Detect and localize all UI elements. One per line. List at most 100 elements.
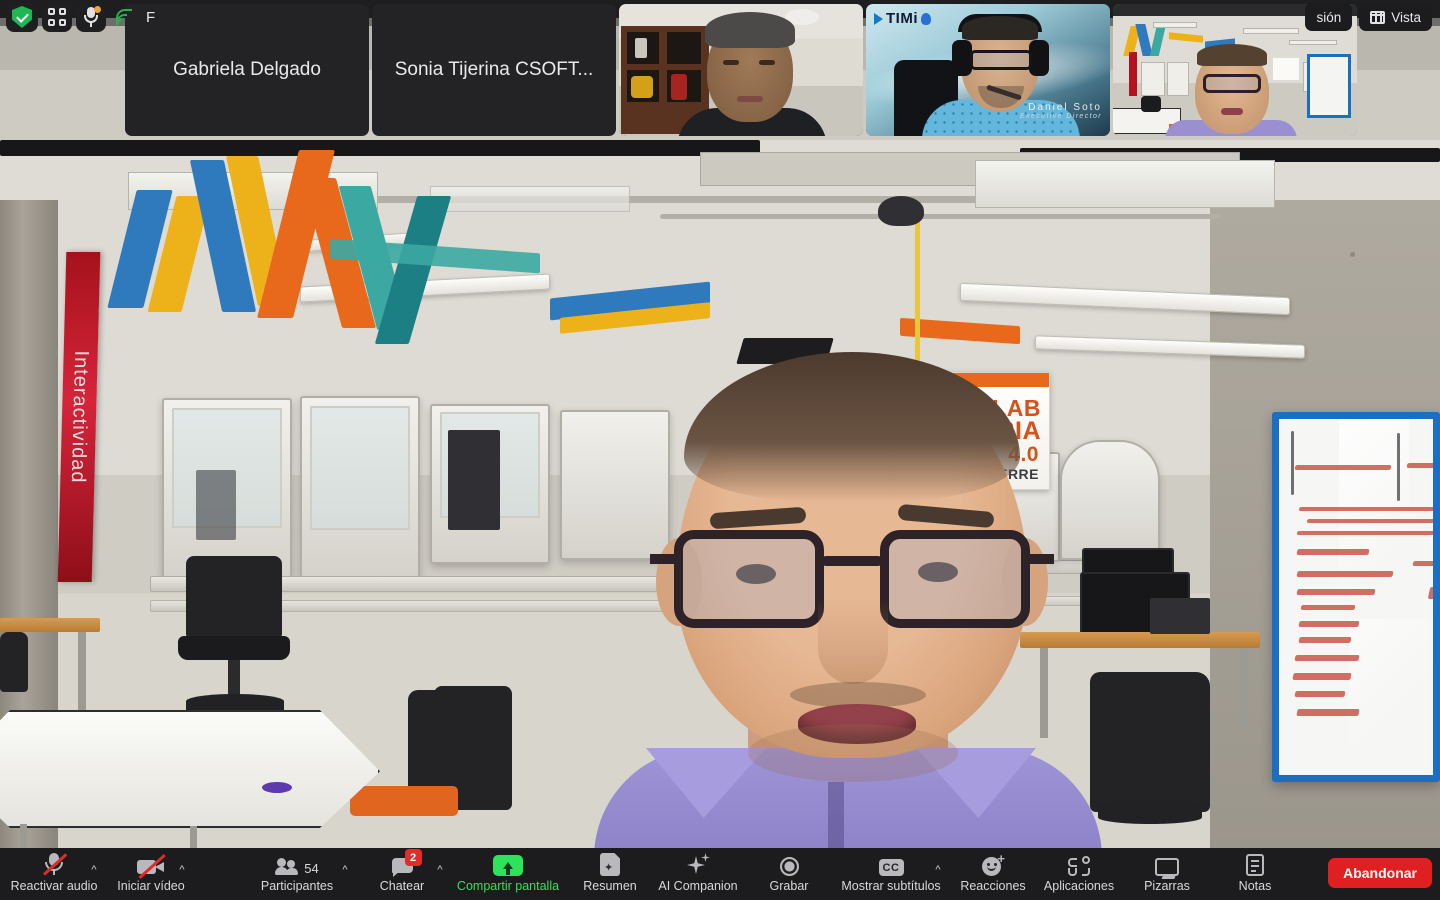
thumbnail-gabriela-delgado[interactable]: Gabriela Delgado: [125, 4, 369, 136]
participants-icon: 54: [275, 852, 319, 876]
machine-control-box: [448, 430, 500, 530]
participant-thumbnail-strip: Gabriela Delgado Sonia Tijerina CSOFT...: [125, 4, 1357, 136]
top-bar-left-controls: F: [6, 2, 155, 32]
captions-options-caret-icon[interactable]: ^: [932, 864, 944, 876]
office-chair: [1141, 96, 1161, 112]
whiteboard-writing: [1296, 571, 1394, 577]
nameplate-role: Executive Director: [1020, 113, 1102, 120]
shelf-object: [671, 74, 687, 100]
view-button[interactable]: Vista: [1359, 3, 1432, 31]
thumbnail-video-feed: TIMi Daniel Soto Executive Director: [866, 4, 1110, 136]
toolbar-label-whiteboards: Pizarras: [1144, 879, 1190, 893]
session-label-text: sión: [1316, 9, 1342, 25]
ceiling-light: [1289, 40, 1337, 45]
participants-options-caret-icon[interactable]: ^: [339, 864, 351, 876]
participant-hair: [705, 12, 795, 48]
share-screen-icon: [493, 852, 523, 876]
toolbar-button-reactions[interactable]: + Reacciones: [952, 852, 1034, 898]
chat-icon: 2: [391, 849, 422, 877]
truncated-left-label: F: [146, 8, 156, 26]
headset-earcup-right: [1029, 40, 1049, 76]
whiteboard-writing: [1296, 531, 1433, 535]
classroom-whiteboard: [1272, 412, 1440, 782]
thumbnail-name-label: Sonia Tijerina CSOFT...: [394, 59, 594, 80]
zoom-meeting-window: Interactividad LAB 4.0 U-ERRE F sión Vis…: [0, 0, 1440, 900]
table-sticker: [262, 782, 292, 793]
whiteboard-writing: [1397, 433, 1400, 501]
thumbnail-name-label: Gabriela Delgado: [173, 59, 321, 80]
toolbar-button-chat[interactable]: 2 Chatear: [368, 849, 436, 898]
participant-eyeglasses: [970, 50, 1032, 70]
grid-view-icon: [48, 8, 66, 26]
toolbar-button-notes[interactable]: Notas: [1224, 852, 1286, 898]
table-leg: [78, 632, 86, 722]
whiteboard-writing: [1412, 561, 1433, 566]
leave-meeting-button[interactable]: Abandonar: [1328, 858, 1432, 888]
whiteboard-writing: [1291, 431, 1294, 495]
toolbar-label-audio: Reactivar audio: [10, 879, 98, 893]
toolbar-label-share-screen: Compartir pantalla: [456, 879, 560, 893]
nameplate-name: Daniel Soto: [1028, 102, 1102, 113]
banner-text: Interactividad: [66, 350, 93, 484]
apps-icon: [1068, 852, 1090, 876]
toolbar-label-video: Iniciar vídeo: [117, 879, 185, 893]
toolbar-label-chat: Chatear: [379, 879, 425, 893]
whiteboard-writing: [1292, 673, 1352, 680]
top-bar-right-controls: sión Vista: [1305, 3, 1432, 31]
lower-third-nameplate: Daniel Soto Executive Director: [1020, 102, 1102, 120]
toolbar-button-ai-companion[interactable]: AI Companion: [648, 852, 748, 898]
headset-earcup-left: [952, 40, 972, 76]
toolbar-button-apps[interactable]: Aplicaciones: [1036, 852, 1122, 898]
toolbar-label-participants: Participantes: [260, 879, 334, 893]
toolbar-button-record[interactable]: Grabar: [758, 852, 820, 898]
view-layout-icon: [1370, 10, 1386, 24]
whiteboard-writing: [1298, 507, 1433, 511]
toolbar-button-participants[interactable]: 54 Participantes: [252, 852, 342, 898]
hexagonal-classroom-table: [0, 710, 380, 828]
reactions-icon: +: [982, 852, 1005, 876]
speaker-nose: [818, 598, 888, 684]
toolbar-label-captions: Mostrar subtítulos: [841, 879, 941, 893]
encryption-status-button[interactable]: [6, 2, 38, 32]
thumbnail-sonia-tijerina[interactable]: Sonia Tijerina CSOFT...: [372, 4, 616, 136]
classroom-whiteboard: [1307, 54, 1351, 118]
view-grid-button[interactable]: [42, 2, 72, 32]
audio-options-caret-icon[interactable]: ^: [88, 864, 100, 876]
machine-glass-panel: [310, 406, 410, 530]
participants-count: 54: [304, 861, 319, 876]
toolbar-button-whiteboards[interactable]: Pizarras: [1132, 852, 1202, 898]
wall-art-chevron: [1169, 32, 1203, 43]
toolbar-label-apps: Aplicaciones: [1043, 879, 1115, 893]
thumbnail-participant-bookshelf[interactable]: [619, 4, 863, 136]
whiteboard-writing: [1296, 549, 1370, 555]
microphone-status-button[interactable]: [76, 2, 106, 32]
camera-muted-icon: [137, 852, 166, 879]
eyeglass-lens-right: [880, 530, 1030, 628]
ai-sparkles-icon: [686, 852, 710, 876]
network-quality-button[interactable]: [110, 2, 140, 32]
toolbar-label-summary: Resumen: [583, 879, 637, 893]
video-options-caret-icon[interactable]: ^: [176, 864, 188, 876]
whiteboard-writing: [1298, 621, 1360, 627]
shelf-object: [631, 76, 653, 98]
participant-mouth: [737, 96, 763, 102]
whiteboard-writing: [1306, 519, 1433, 523]
speaker-chin-shadow: [748, 724, 958, 782]
record-icon: [779, 852, 799, 876]
speaker-hair: [684, 352, 1020, 502]
toolbar-button-summary[interactable]: ✦ Resumen: [575, 852, 645, 898]
view-button-label: Vista: [1391, 9, 1421, 25]
microphone-alert-dot: [94, 6, 101, 13]
active-speaker-person: [498, 352, 1198, 848]
interactividad-banner: [1129, 52, 1137, 96]
thumbnail-daniel-soto[interactable]: TIMi Daniel Soto Executive Director: [866, 4, 1110, 136]
toolbar-button-share-screen[interactable]: Compartir pantalla: [440, 852, 576, 898]
toolbar-button-audio[interactable]: Reactivar audio: [8, 852, 100, 898]
shelf-object: [635, 38, 647, 58]
timi-brand-text: TIMi: [886, 10, 918, 27]
workbench-leg: [1240, 648, 1248, 728]
session-label-truncated[interactable]: sión: [1305, 3, 1353, 31]
toolbar-label-ai-companion: AI Companion: [658, 879, 738, 893]
whiteboard-icon: [1155, 852, 1179, 876]
eyeglass-temple-right: [1024, 554, 1054, 564]
